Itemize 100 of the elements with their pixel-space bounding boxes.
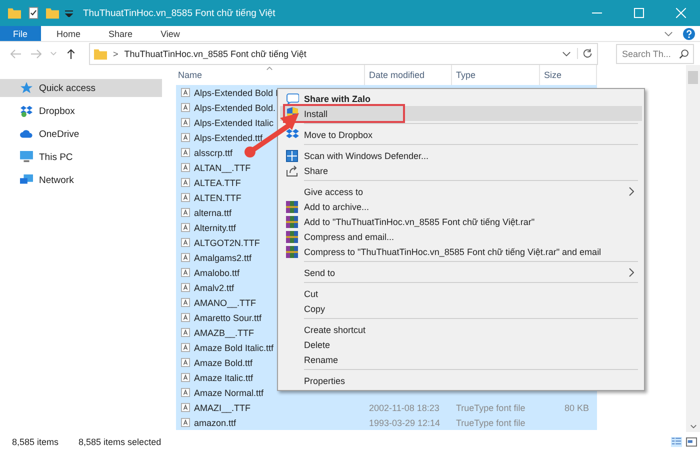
ribbon-tab[interactable]: Home	[44, 26, 93, 41]
font-file-icon	[181, 418, 190, 427]
menu-item[interactable]: Cut	[280, 286, 642, 301]
archive-icon	[286, 230, 298, 242]
menu-item[interactable]: Install	[280, 106, 642, 121]
cloud-icon	[20, 128, 33, 140]
defender-icon	[286, 150, 298, 162]
file-name: AMAZB__.TTF	[194, 328, 254, 338]
file-type: TrueType font file	[456, 418, 526, 428]
sidebar-item[interactable]: Network	[0, 171, 162, 189]
ribbon-tab[interactable]: Share	[96, 26, 145, 41]
menu-item[interactable]: Share	[280, 163, 642, 178]
font-file-icon	[181, 193, 190, 202]
file-name: Alps-Extended Bold I	[194, 88, 278, 98]
file-name: alterna.ttf	[194, 208, 232, 218]
sidebar-item[interactable]: Quick access	[0, 79, 162, 97]
sidebar-item[interactable]: OneDrive	[0, 125, 162, 143]
scrollbar[interactable]	[686, 65, 700, 432]
maximize-icon[interactable]	[634, 8, 644, 18]
file-name: Alternity.ttf	[194, 222, 236, 232]
archive-icon	[286, 216, 298, 228]
address-bar[interactable]: > ThuThuatTinHoc.vn_8585 Font chữ tiếng Việt	[89, 42, 598, 64]
star-icon	[20, 82, 33, 94]
font-file-icon	[181, 328, 190, 337]
chevron-down-icon[interactable]	[664, 30, 673, 36]
preview-view-icon[interactable]	[686, 437, 697, 447]
menu-item[interactable]: Move to Dropbox	[280, 127, 642, 142]
chevron-down-icon[interactable]	[562, 50, 571, 56]
address-path[interactable]: ThuThuatTinHoc.vn_8585 Font chữ tiếng Việt	[124, 48, 306, 58]
forward-icon[interactable]	[30, 48, 42, 58]
menu-item[interactable]: Give access to	[280, 184, 642, 199]
refresh-icon[interactable]	[577, 48, 593, 59]
menu-item[interactable]: Scan with Windows Defender...	[280, 148, 642, 163]
font-file-icon	[181, 163, 190, 172]
new-folder-icon[interactable]	[46, 7, 59, 19]
folder-icon[interactable]	[8, 7, 21, 19]
back-icon[interactable]	[10, 48, 22, 58]
selection-count: 8,585 items selected	[78, 437, 162, 447]
font-file-icon	[181, 253, 190, 262]
file-name: AMAZI__.TTF	[194, 402, 251, 412]
details-view-icon[interactable]	[671, 437, 682, 447]
scroll-down-icon[interactable]	[690, 424, 696, 429]
recent-locations-icon[interactable]	[50, 51, 57, 56]
properties-icon[interactable]	[27, 7, 40, 19]
help-icon[interactable]	[683, 28, 695, 40]
file-row[interactable]: amazon.ttf 1993-03-29 12:14 TrueType font file	[176, 415, 597, 430]
font-file-icon	[181, 223, 190, 232]
dropdown-icon[interactable]	[65, 9, 73, 17]
font-file-icon	[181, 403, 190, 412]
menu-item[interactable]: Send to	[280, 265, 642, 280]
file-name: amazon.ttf	[194, 418, 236, 428]
menu-item[interactable]: Properties	[280, 373, 642, 388]
search-icon	[679, 48, 689, 58]
breadcrumb-separator[interactable]: >	[113, 48, 118, 58]
menu-item[interactable]: Compress and email...	[280, 229, 642, 244]
menu-item[interactable]: Create shortcut	[280, 322, 642, 337]
file-name: Amaze Bold.ttf	[194, 358, 253, 368]
menu-item[interactable]: Add to "ThuThuatTinHoc.vn_8585 Font chữ tiếng Việt.rar"	[280, 214, 642, 229]
font-file-icon	[181, 268, 190, 277]
share-icon	[286, 164, 298, 176]
font-file-icon	[181, 283, 190, 292]
ribbon-tab[interactable]: View	[148, 26, 192, 41]
font-file-icon	[181, 358, 190, 367]
close-icon[interactable]	[676, 8, 686, 18]
file-name: Alps-Extended Italic	[194, 118, 274, 128]
menu-item[interactable]: Add to archive...	[280, 199, 642, 214]
menu-item[interactable]: Compress to "ThuThuatTinHoc.vn_8585 Font chữ tiếng Việt.rar" and email	[280, 244, 642, 259]
font-file-icon	[181, 298, 190, 307]
file-name: AMANO__.TTF	[194, 298, 256, 308]
dropbox-icon	[20, 105, 33, 117]
font-file-icon	[181, 88, 190, 97]
date-modified: 1993-03-29 12:14	[369, 418, 440, 428]
folder-icon	[94, 48, 107, 60]
search-field[interactable]: Search Th...	[616, 44, 694, 64]
file-name: ALTEN.TTF	[194, 192, 242, 202]
dropbox-icon	[286, 129, 298, 140]
menu-item[interactable]: Rename	[280, 352, 642, 367]
file-name: ALTAN__.TTF	[194, 162, 251, 172]
file-name: ALTGOT2N.TTF	[194, 238, 260, 248]
menu-item[interactable]: Copy	[280, 301, 642, 316]
sidebar-item[interactable]: Dropbox	[0, 102, 162, 120]
font-file-icon	[181, 178, 190, 187]
ribbon-tab[interactable]: File	[0, 26, 41, 41]
file-name: Amaze Bold Italic.ttf	[194, 342, 274, 352]
font-file-icon	[181, 208, 190, 217]
menu-item[interactable]: Share with Zalo	[280, 91, 642, 106]
font-file-icon	[181, 118, 190, 127]
network-icon	[20, 174, 33, 186]
sidebar-item[interactable]: This PC	[0, 148, 162, 166]
file-row[interactable]: AMAZI__.TTF 2002-11-08 18:23 TrueType font file 80 KB	[176, 400, 597, 415]
file-name: ALTEA.TTF	[194, 178, 241, 188]
file-size: 80 KB	[564, 402, 589, 412]
font-file-icon	[181, 373, 190, 382]
file-name: Amaretto Sour.ttf	[194, 312, 262, 322]
archive-icon	[286, 200, 298, 212]
menu-item[interactable]: Delete	[280, 337, 642, 352]
file-name: alsscrp.ttf	[194, 148, 233, 158]
scrollbar-thumb[interactable]	[688, 71, 698, 84]
up-arrow-icon[interactable]	[65, 48, 77, 58]
file-name: Alps-Extended Bold.	[194, 102, 276, 112]
